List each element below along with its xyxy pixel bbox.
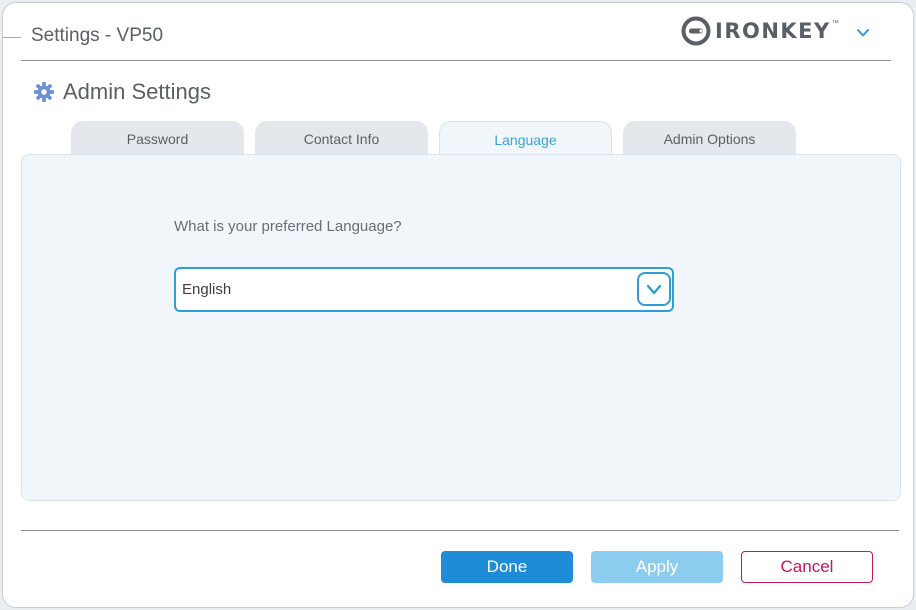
tab-password[interactable]: Password bbox=[71, 121, 244, 156]
language-panel: What is your preferred Language? English bbox=[21, 154, 901, 501]
settings-tabs: Password Contact Info Language Admin Opt… bbox=[71, 121, 796, 158]
settings-window: Settings - VP50 IRONKEY ™ Admin Settings… bbox=[2, 2, 914, 608]
language-question: What is your preferred Language? bbox=[174, 218, 402, 235]
tab-language[interactable]: Language bbox=[439, 121, 612, 158]
dropdown-arrow-button[interactable] bbox=[637, 272, 671, 306]
ironkey-key-icon bbox=[681, 16, 711, 46]
language-select-value: English bbox=[182, 281, 232, 298]
section-header: Admin Settings bbox=[33, 79, 211, 105]
window-title: Settings - VP50 bbox=[31, 25, 164, 46]
gear-icon bbox=[33, 81, 55, 103]
language-select[interactable]: English bbox=[174, 267, 674, 312]
chevron-down-icon[interactable] bbox=[855, 25, 871, 41]
tab-contact-info[interactable]: Contact Info bbox=[255, 121, 428, 156]
done-button[interactable]: Done bbox=[441, 551, 573, 583]
cancel-button[interactable]: Cancel bbox=[741, 551, 873, 583]
header-divider bbox=[21, 60, 891, 61]
footer-divider bbox=[21, 530, 899, 531]
trademark-mark: ™ bbox=[831, 19, 839, 27]
logo-text: IRONKEY bbox=[715, 19, 831, 43]
section-title: Admin Settings bbox=[63, 79, 211, 104]
apply-button[interactable]: Apply bbox=[591, 551, 723, 583]
tab-admin-options[interactable]: Admin Options bbox=[623, 121, 796, 156]
chevron-down-icon bbox=[646, 284, 662, 295]
corner-accent bbox=[3, 37, 21, 38]
ironkey-logo: IRONKEY ™ bbox=[681, 16, 839, 46]
